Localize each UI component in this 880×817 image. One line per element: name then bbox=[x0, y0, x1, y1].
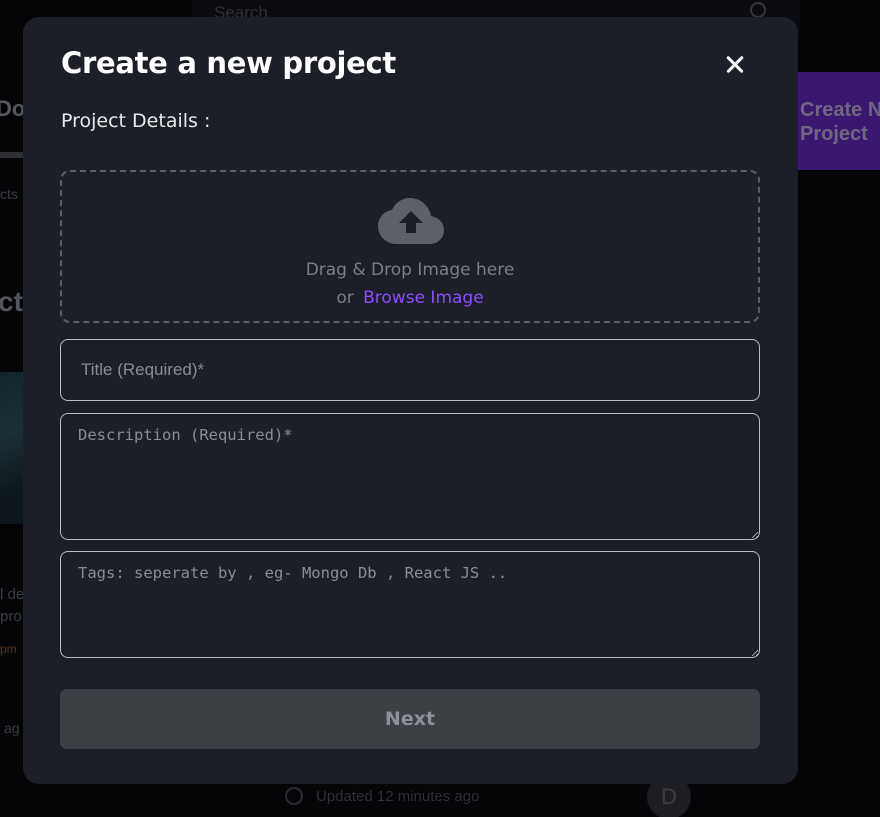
background-updated-text: Updated 12 minutes ago bbox=[316, 788, 480, 805]
clock-icon bbox=[285, 787, 303, 805]
search-icon bbox=[750, 2, 766, 18]
background-left-text: Do bbox=[0, 96, 26, 121]
background-tag: pm bbox=[0, 642, 17, 656]
dropzone-text: Drag & Drop Image here bbox=[305, 260, 515, 280]
dropzone-browse-row: or Browse Image bbox=[62, 288, 758, 308]
dropzone-or-text: or bbox=[336, 288, 354, 308]
cloud-upload-icon bbox=[378, 198, 444, 244]
background-create-project-label: Create New Project bbox=[800, 99, 880, 145]
section-label: Project Details : bbox=[61, 110, 211, 132]
close-icon[interactable] bbox=[722, 51, 748, 77]
modal-title: Create a new project bbox=[61, 46, 396, 80]
description-textarea[interactable] bbox=[60, 413, 760, 540]
background-desc-line: pro bbox=[0, 608, 22, 625]
background-project-description: l de pro bbox=[0, 584, 24, 628]
title-input[interactable] bbox=[60, 339, 760, 401]
background-desc-line: l de bbox=[0, 586, 25, 603]
browse-image-link[interactable]: Browse Image bbox=[363, 288, 484, 308]
background-timestamp: ag bbox=[4, 720, 20, 736]
tags-textarea[interactable] bbox=[60, 551, 760, 658]
next-button[interactable]: Next bbox=[60, 689, 760, 749]
image-dropzone[interactable]: Drag & Drop Image here or Browse Image bbox=[60, 170, 760, 323]
background-left-text: cts bbox=[0, 186, 18, 202]
create-project-modal: Create a new project Project Details : D… bbox=[23, 17, 798, 784]
background-left-heading: ct bbox=[0, 286, 23, 317]
